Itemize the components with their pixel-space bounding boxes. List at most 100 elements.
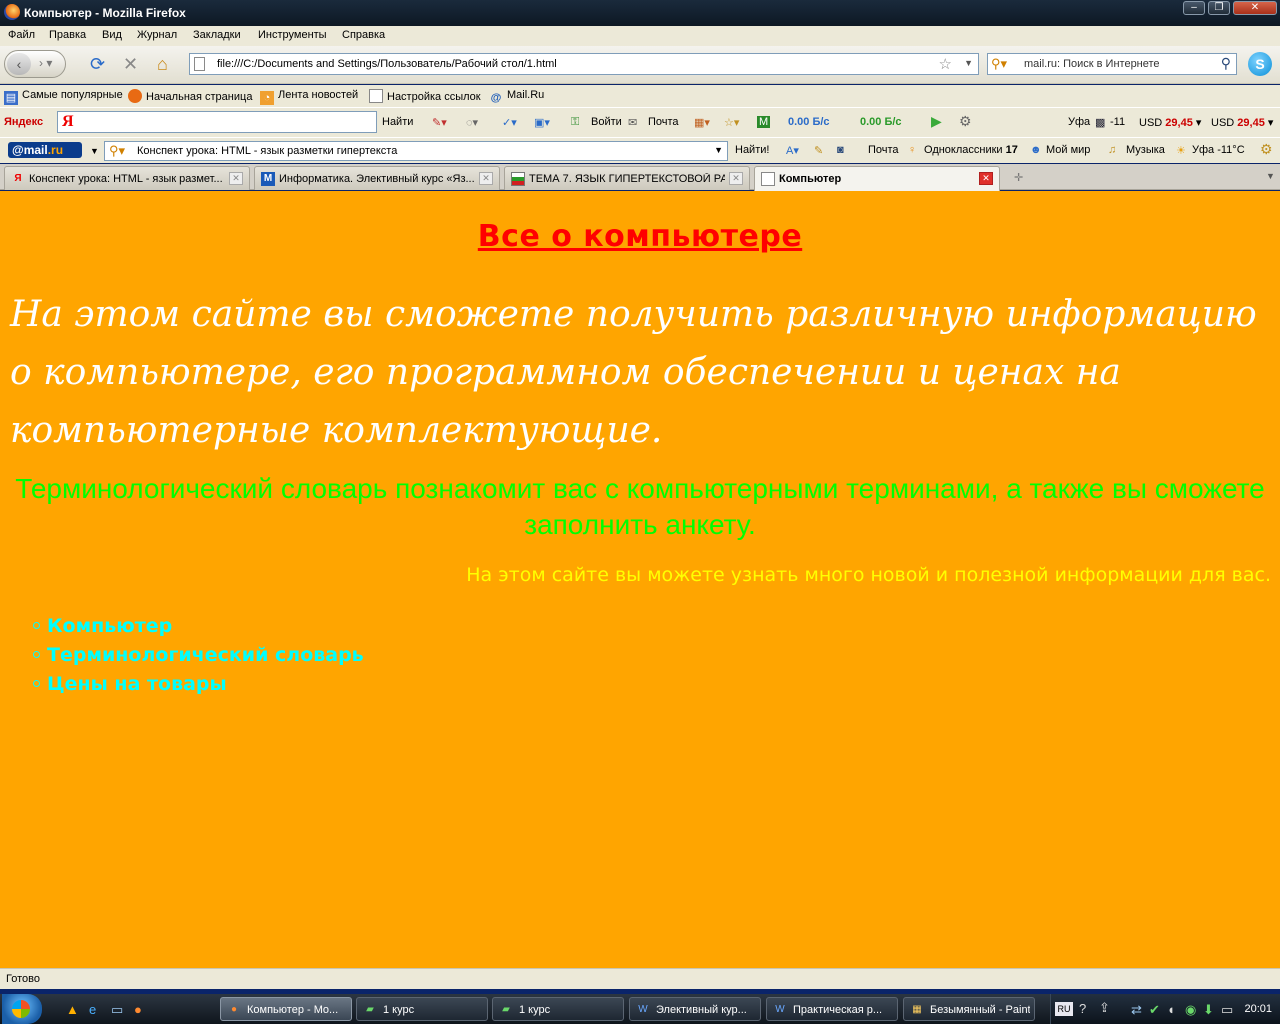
tab-list-icon[interactable]: ▼ [1266,171,1275,181]
mailru-odnoklassniki[interactable]: Одноклассники 17 [924,144,1018,156]
task-elective[interactable]: W Элективный кур... [629,997,761,1021]
mailru-mail[interactable]: Почта [868,144,899,156]
minimize-button[interactable]: – [1183,1,1205,15]
ie-icon[interactable]: e [89,1002,96,1017]
link-dictionary[interactable]: Терминологический словарь [33,644,364,673]
link-prices[interactable]: Цены на товары [33,673,364,702]
search-icon[interactable]: ⚲ [1221,55,1231,72]
usd-rate-1[interactable]: USD 29,45 ▾ [1139,116,1201,129]
network-icon[interactable]: ⇄ [1131,1002,1142,1018]
pencil-icon[interactable]: ✎▾ [432,116,447,129]
market-icon[interactable]: M [757,116,771,128]
forward-icon[interactable]: › ▾ [39,56,52,70]
chevron-down-icon[interactable]: ▼ [714,145,723,155]
mailru-logo[interactable]: @mail.ru [8,142,82,158]
close-window-button[interactable]: ✕ [1233,1,1277,15]
bookmark-settings-links[interactable]: Настройка ссылок [369,89,481,103]
page-heading: Все о компьютере [477,219,803,254]
highlighter-icon[interactable]: ✎ [814,144,823,157]
tab-informatics[interactable]: M Информатика. Элективный курс «Яз... ✕ [254,166,500,190]
menu-view[interactable]: Вид [102,29,122,41]
task-course-2[interactable]: ▰ 1 курс [492,997,624,1021]
tab-topic7[interactable]: ТЕМА 7. ЯЗЫК ГИПЕРТЕКСТОВОЙ РАЗ... ✕ [504,166,750,190]
mailru-search-button[interactable]: Найти! [735,144,769,156]
reload-icon[interactable]: ⟳ [90,55,105,73]
mailru-dropdown-icon[interactable]: ▼ [90,146,99,156]
usd-rate-2[interactable]: USD 29,45 ▾ [1211,116,1273,129]
play-icon[interactable]: ▶ [931,113,942,130]
new-tab-icon[interactable]: ✛ [1014,171,1023,184]
menu-bookmarks[interactable]: Закладки [193,29,241,41]
task-label: Элективный кур... [656,1004,747,1016]
close-tab-icon[interactable]: ✕ [229,172,243,185]
antivirus-icon[interactable]: ✔ [1149,1002,1160,1018]
stop-icon[interactable]: ✕ [123,55,138,73]
menu-tools[interactable]: Инструменты [258,29,327,41]
safely-remove-icon[interactable]: ▭ [1221,1002,1233,1018]
search-input[interactable]: ⚲▾ mail.ru: Поиск в Интернете ⚲ [987,53,1237,75]
mailru-myworld[interactable]: Мой мир [1046,144,1090,156]
usd-label: USD [1139,117,1163,129]
agent-icon[interactable]: ◉ [1185,1002,1196,1018]
at-icon: @ [490,92,502,104]
bookmark-news-feed[interactable]: ◔ Лента новостей [260,89,358,105]
find-icon[interactable]: ◙ [837,144,844,156]
search-engine-icon[interactable]: ⚲▾ [991,56,1007,72]
maximize-button[interactable]: ❐ [1208,1,1230,15]
skype-icon[interactable]: S [1248,52,1272,76]
menu-file[interactable]: Файл [8,29,35,41]
task-practical[interactable]: W Практическая р... [766,997,898,1021]
tab-computer[interactable]: Компьютер ✕ [754,166,1000,191]
menu-edit[interactable]: Правка [49,29,86,41]
gear-icon[interactable]: ⚙ [959,113,972,130]
mailru-weather[interactable]: Уфа -11°C [1192,144,1245,156]
yandex-search-input[interactable]: Я [57,111,377,133]
gift-icon[interactable]: ▦▾ [694,116,710,129]
close-tab-icon[interactable]: ✕ [979,172,993,185]
weather-city[interactable]: Уфа [1068,116,1090,128]
upload-speed: 0.00 Б/с [860,116,902,128]
yandex-brand[interactable]: Яндекс [4,116,43,128]
back-icon[interactable]: ‹ [7,53,31,75]
spellcheck-icon[interactable]: ✓▾ [502,116,517,129]
language-indicator[interactable]: RU [1055,1002,1073,1016]
desktop-icon[interactable]: ▭ [111,1002,123,1018]
link-label[interactable]: Компьютер [47,615,172,637]
favorites-star-icon[interactable]: ☆▾ [724,116,739,129]
link-label[interactable]: Цены на товары [47,673,227,695]
bookmark-star-icon[interactable]: ☆ [939,55,952,73]
comment-icon[interactable]: ◌▾ [466,116,478,129]
quicklaunch-app-icon[interactable]: ▲ [66,1002,79,1017]
mailru-search-combo[interactable]: ⚲▾ Конспект урока: HTML - язык разметки … [104,141,728,161]
home-icon[interactable]: ⌂ [157,55,168,73]
bookmark-most-visited[interactable]: ▤ Самые популярные [4,89,123,105]
menu-help[interactable]: Справка [342,29,385,41]
tray-options-icon[interactable]: ⇪ [1099,1000,1110,1016]
task-label: Практическая р... [793,1004,883,1016]
yandex-login[interactable]: Войти [591,116,622,128]
close-tab-icon[interactable]: ✕ [479,172,493,185]
link-label[interactable]: Терминологический словарь [47,644,364,666]
menu-history[interactable]: Журнал [137,29,177,41]
yandex-mail[interactable]: Почта [648,116,679,128]
font-size-icon[interactable]: A▾ [786,144,799,157]
help-icon[interactable]: ? [1079,1001,1086,1016]
task-paint[interactable]: ▦ Безымянный - Paint [903,997,1035,1021]
start-button[interactable] [2,994,42,1024]
task-firefox[interactable]: ● Компьютер - Mo... [220,997,352,1021]
link-computer[interactable]: Компьютер [33,615,364,644]
tab-lesson-html[interactable]: Я Конспект урока: HTML - язык размет... … [4,166,250,190]
firefox-quicklaunch-icon[interactable]: ● [134,1002,142,1017]
update-icon[interactable]: ⬇ [1203,1002,1214,1018]
settings-icon[interactable]: ⚙ [1260,141,1273,158]
yandex-search-button[interactable]: Найти [382,116,413,128]
mailru-music[interactable]: Музыка [1126,144,1165,156]
translate-icon[interactable]: ▣▾ [534,116,550,129]
bookmark-start-page[interactable]: Начальная страница [128,89,252,103]
url-dropdown-icon[interactable]: ▼ [964,58,973,68]
bookmark-mailru[interactable]: @ Mail.Ru [489,89,545,105]
volume-icon[interactable]: ◖ [1167,1002,1175,1017]
close-tab-icon[interactable]: ✕ [729,172,743,185]
url-bar[interactable]: file:///C:/Documents and Settings/Пользо… [189,53,979,75]
task-course-1[interactable]: ▰ 1 курс [356,997,488,1021]
